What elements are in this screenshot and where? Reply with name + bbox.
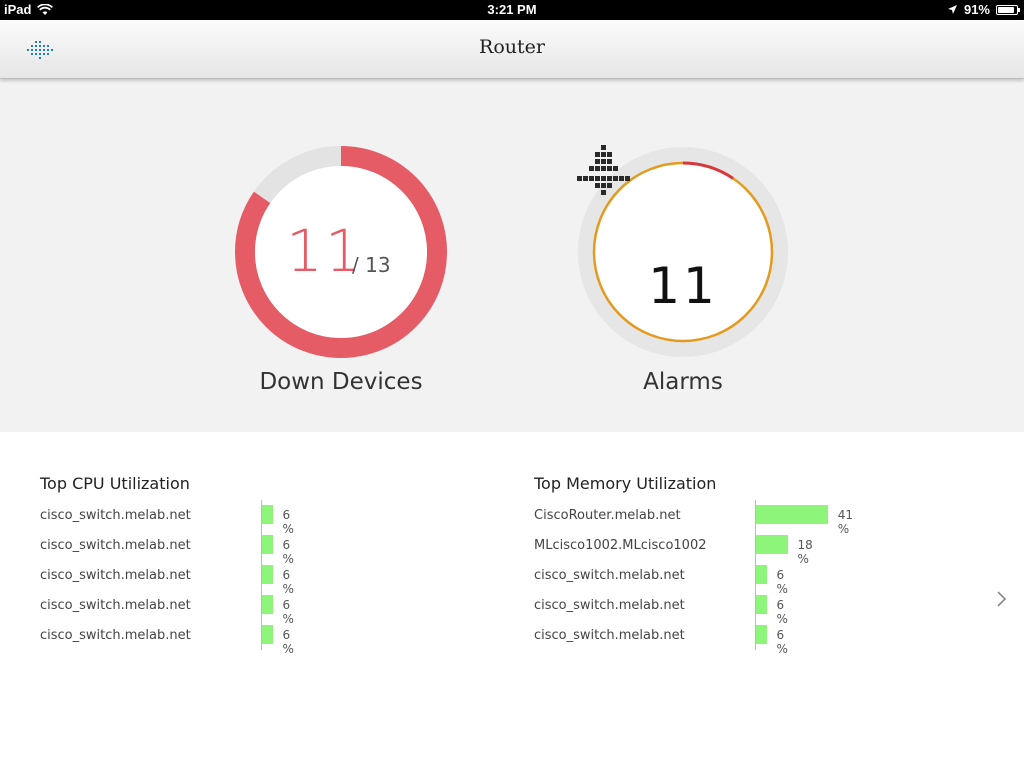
memory-row-bar — [756, 505, 828, 524]
down-devices-label: Down Devices — [259, 369, 423, 395]
alarms-gauge[interactable]: 11 — [576, 145, 790, 359]
cpu-utilization-title: Top CPU Utilization — [40, 474, 190, 493]
cpu-row-bar — [262, 595, 273, 614]
memory-utilization-title: Top Memory Utilization — [534, 474, 717, 493]
memory-row-bar — [756, 565, 767, 584]
status-time: 3:21 PM — [487, 2, 537, 17]
cpu-row-bar — [262, 565, 273, 584]
cpu-row[interactable]: cisco_switch.melab.net 6 % — [40, 530, 294, 566]
memory-row-percent: 18 % — [797, 538, 813, 566]
cpu-row[interactable]: cisco_switch.melab.net 6 % — [40, 560, 294, 596]
cpu-row-name: cisco_switch.melab.net — [40, 598, 191, 613]
alarms-label: Alarms — [643, 369, 723, 395]
navigation-bar: Router — [0, 20, 1024, 79]
memory-row-percent: 41 % — [837, 508, 854, 536]
cpu-row-bar — [262, 625, 273, 644]
memory-row-bar — [756, 535, 788, 554]
chevron-right-icon[interactable] — [996, 590, 1008, 608]
memory-row-percent: 6 % — [776, 598, 788, 626]
status-bar: iPad 3:21 PM 91% — [0, 0, 1024, 20]
memory-row-name: cisco_switch.melab.net — [534, 628, 685, 643]
cpu-row-name: cisco_switch.melab.net — [40, 508, 191, 523]
cpu-row[interactable]: cisco_switch.melab.net 6 % — [40, 620, 294, 656]
battery-percent: 91% — [963, 2, 990, 17]
alarm-tree-icon — [577, 145, 630, 195]
down-devices-total: / 13 — [352, 253, 391, 277]
cpu-utilization-section: Top CPU Utilization cisco_switch.melab.n… — [40, 474, 294, 656]
memory-row-name: cisco_switch.melab.net — [534, 568, 685, 583]
memory-utilization-section: Top Memory Utilization CiscoRouter.melab… — [534, 474, 853, 656]
location-arrow-icon — [947, 5, 957, 14]
memory-row-name: CiscoRouter.melab.net — [534, 508, 681, 523]
cpu-utilization-list: cisco_switch.melab.net 6 % cisco_switch.me… — [40, 500, 294, 656]
memory-row[interactable]: cisco_switch.melab.net 6 % — [534, 590, 788, 626]
memory-row-name: cisco_switch.melab.net — [534, 598, 685, 613]
cpu-row-percent: 6 % — [282, 508, 294, 536]
cpu-row-name: cisco_switch.melab.net — [40, 538, 191, 553]
memory-row[interactable]: cisco_switch.melab.net 6 % — [534, 620, 788, 656]
cpu-row[interactable]: cisco_switch.melab.net 6 % — [40, 500, 294, 536]
battery-icon — [996, 4, 1020, 15]
cpu-row-percent: 6 % — [282, 568, 294, 596]
memory-row-bar — [756, 595, 767, 614]
memory-row[interactable]: cisco_switch.melab.net 6 % — [534, 560, 788, 596]
cpu-row-percent: 6 % — [282, 598, 294, 626]
cpu-row[interactable]: cisco_switch.melab.net 6 % — [40, 590, 294, 626]
down-devices-gauge[interactable]: 11 / 13 — [234, 145, 448, 359]
cpu-row-name: cisco_switch.melab.net — [40, 628, 191, 643]
memory-row-percent: 6 % — [776, 568, 788, 596]
status-right: 91% — [947, 2, 1020, 17]
memory-utilization-list: CiscoRouter.melab.net 41 % MLcisco1002.MLc… — [534, 500, 853, 656]
cpu-row-bar — [262, 505, 273, 524]
alarms-count: 11 — [648, 257, 718, 315]
memory-row[interactable]: MLcisco1002.MLcisco1002 18 % — [534, 530, 813, 566]
stats-panel: 11 / 13 Down Devices 11 Alarms — [0, 79, 1024, 432]
cpu-row-percent: 6 % — [282, 538, 294, 566]
memory-row-percent: 6 % — [776, 628, 788, 656]
cpu-row-bar — [262, 535, 273, 554]
cpu-row-name: cisco_switch.melab.net — [40, 568, 191, 583]
memory-row-name: MLcisco1002.MLcisco1002 — [534, 538, 707, 553]
cpu-row-percent: 6 % — [282, 628, 294, 656]
memory-row-bar — [756, 625, 767, 644]
memory-row[interactable]: CiscoRouter.melab.net 41 % — [534, 500, 853, 536]
page-title: Router — [479, 36, 545, 58]
